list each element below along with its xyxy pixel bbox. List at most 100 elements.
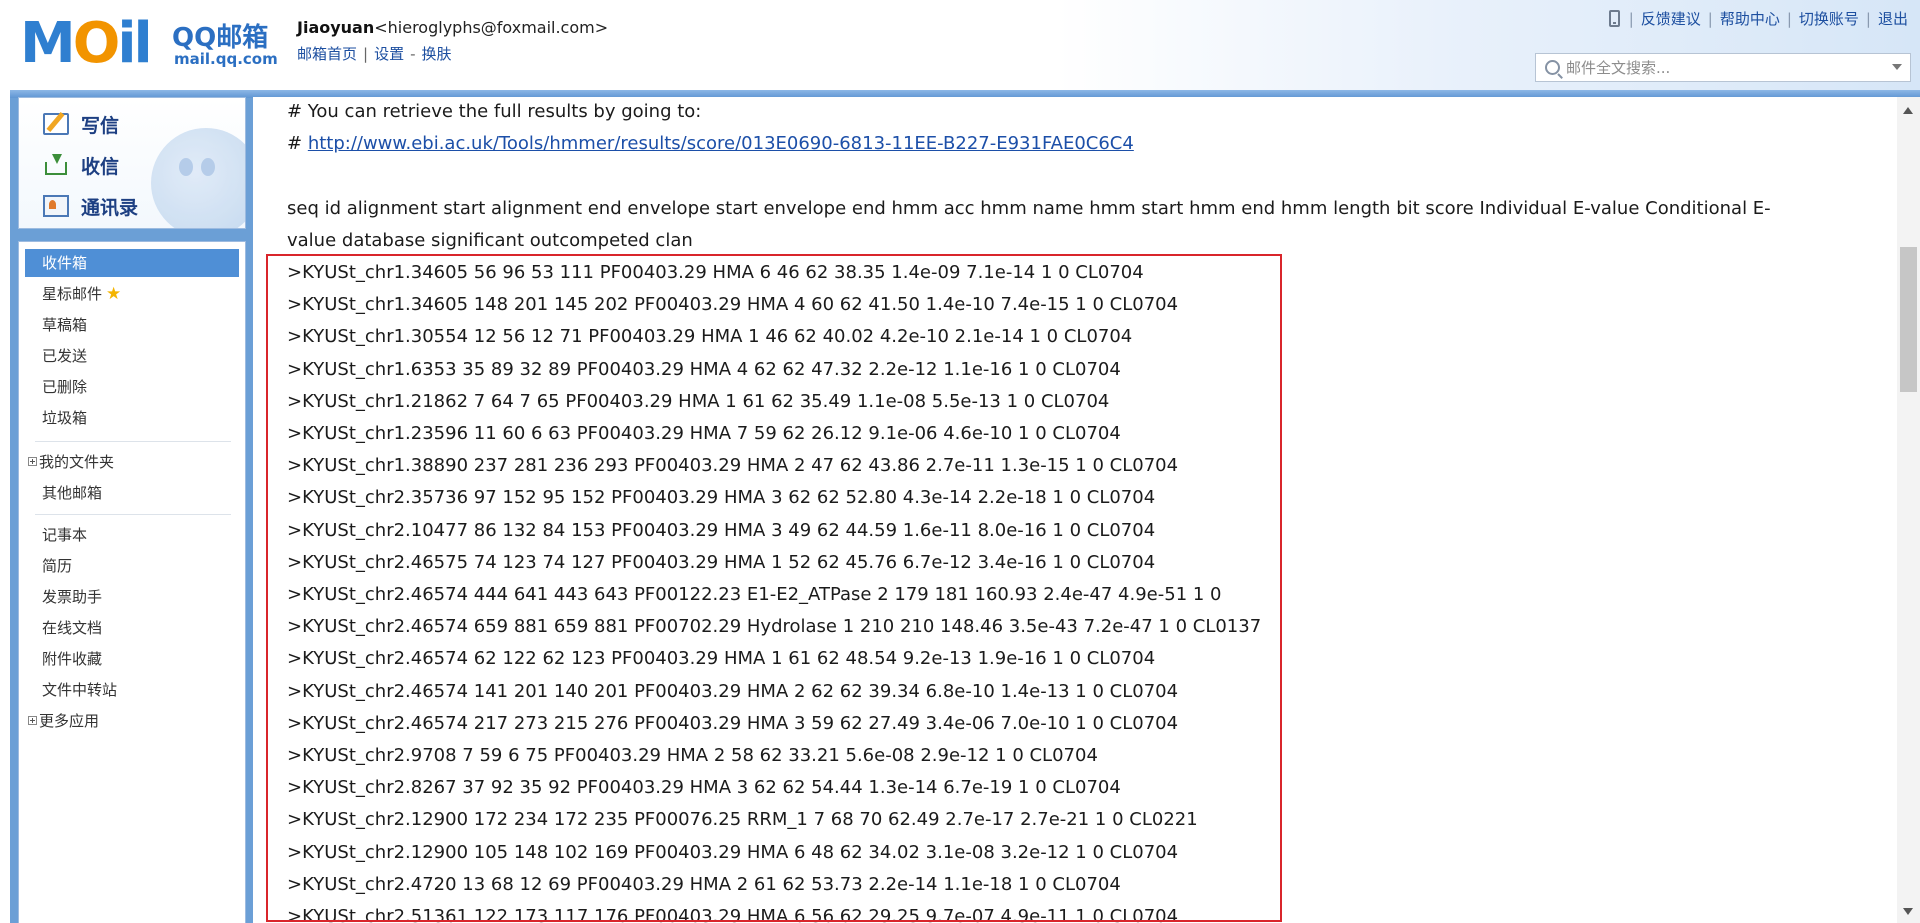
sidebar-divider (35, 441, 231, 442)
settings-link[interactable]: 设置 (374, 45, 404, 63)
sidebar-item-notes[interactable]: 记事本 (25, 521, 239, 549)
result-row: >KYUSt_chr2.8267 37 92 35 92 PF00403.29 … (287, 777, 1121, 799)
receive-mail-button[interactable]: 收信 (43, 150, 119, 180)
logo-title: QQ邮箱 (172, 23, 269, 53)
star-icon: ★ (106, 284, 122, 304)
result-row: >KYUSt_chr1.6353 35 89 32 89 PF00403.29 … (287, 358, 1121, 380)
result-row: >KYUSt_chr1.34605 148 201 145 202 PF0040… (287, 294, 1179, 316)
feedback-link[interactable]: 反馈建议 (1641, 8, 1701, 29)
sidebar-item-label: 发票助手 (42, 588, 103, 606)
contacts-label: 通讯录 (81, 196, 139, 219)
vertical-scrollbar[interactable] (1897, 97, 1920, 923)
pencil-note-icon (43, 113, 69, 135)
result-row: >KYUSt_chr2.46574 141 201 140 201 PF0040… (287, 680, 1179, 702)
sidebar-item-sent[interactable]: 已发送 (25, 342, 239, 370)
search-input[interactable] (1564, 56, 1878, 80)
link-separator: | (1707, 9, 1713, 28)
contact-card-icon (43, 195, 69, 217)
sidebar-item-spam[interactable]: 垃圾箱 (25, 404, 239, 432)
mail-content-area: # You can retrieve the full results by g… (253, 97, 1920, 923)
user-name: Jiaoyuan (297, 18, 375, 37)
result-row: >KYUSt_chr1.21862 7 64 7 65 PF00403.29 H… (287, 390, 1110, 412)
mobile-phone-icon[interactable] (1608, 10, 1620, 27)
sidebar-item-file-transfer[interactable]: 文件中转站 (25, 676, 239, 704)
sidebar-item-label: 草稿箱 (42, 316, 88, 334)
sidebar-divider (35, 514, 231, 515)
contacts-button[interactable]: 通讯录 (43, 191, 138, 221)
link-separator: | (363, 45, 369, 63)
logo-domain: mail.qq.com (174, 50, 278, 68)
link-dash: - (410, 45, 416, 63)
search-icon[interactable] (1545, 60, 1560, 75)
chevron-down-icon[interactable] (1892, 64, 1902, 70)
mailbox-home-link[interactable]: 邮箱首页 (297, 45, 357, 63)
skin-link[interactable]: 换肤 (422, 45, 452, 63)
sidebar-item-label: 更多应用 (39, 712, 100, 730)
link-prefix: # (287, 133, 308, 154)
result-row: >KYUSt_chr2.9708 7 59 6 75 PF00403.29 HM… (287, 745, 1098, 766)
compose-panel: 写信 收信 通讯录 (18, 97, 246, 229)
results-link-line: # http://www.ebi.ac.uk/Tools/hmmer/resul… (287, 132, 1134, 156)
result-row: >KYUSt_chr2.35736 97 152 95 152 PF00403.… (287, 487, 1156, 509)
expand-plus-icon[interactable] (28, 715, 37, 725)
sidebar-item-starred[interactable]: 星标邮件 ★ (25, 280, 239, 308)
sidebar-item-label: 已发送 (42, 347, 88, 365)
sidebar-item-label: 收件箱 (42, 254, 88, 272)
sidebar-item-label: 简历 (42, 557, 73, 575)
sidebar-item-label: 已删除 (42, 378, 88, 396)
qq-mail-logo[interactable]: M Oil QQ邮箱 mail.qq.com (20, 11, 278, 76)
result-row: >KYUSt_chr2.46574 659 881 659 881 PF0070… (287, 616, 1262, 638)
link-separator: | (1628, 9, 1634, 28)
penguin-decoration-icon (151, 128, 245, 228)
sidebar-item-invoice-assistant[interactable]: 发票助手 (25, 583, 239, 611)
sidebar-item-other-mailboxes[interactable]: 其他邮箱 (25, 479, 239, 507)
sidebar-item-inbox[interactable]: 收件箱 (25, 249, 239, 277)
sidebar-item-label: 附件收藏 (42, 650, 103, 668)
sidebar-item-label: 星标邮件 (42, 285, 103, 303)
write-label: 写信 (81, 114, 120, 137)
fulltext-search-box[interactable] (1535, 53, 1911, 82)
result-row: >KYUSt_chr2.4720 13 68 12 69 PF00403.29 … (287, 873, 1121, 895)
user-identity: Jiaoyuan<hieroglyphs@foxmail.com> (297, 18, 608, 37)
scroll-up-arrow-icon[interactable] (1903, 107, 1913, 114)
sidebar-item-label: 文件中转站 (42, 681, 118, 699)
result-row: >KYUSt_chr2.46574 444 641 443 643 PF0012… (287, 584, 1222, 605)
sidebar-item-label: 记事本 (42, 526, 88, 544)
logout-link[interactable]: 退出 (1878, 8, 1908, 29)
help-center-link[interactable]: 帮助中心 (1720, 8, 1780, 29)
link-separator: | (1865, 9, 1871, 28)
sidebar-item-drafts[interactable]: 草稿箱 (25, 311, 239, 339)
scroll-thumb[interactable] (1900, 247, 1917, 392)
result-row: >KYUSt_chr1.23596 11 60 6 63 PF00403.29 … (287, 423, 1121, 444)
scroll-down-arrow-icon[interactable] (1903, 908, 1913, 915)
sidebar-item-my-folders[interactable]: 我的文件夹 (25, 448, 239, 476)
result-row: >KYUSt_chr2.12900 172 234 172 235 PF0007… (287, 809, 1198, 831)
sidebar-item-label: 我的文件夹 (39, 453, 115, 471)
expand-plus-icon[interactable] (28, 456, 37, 466)
column-header-line-1: seq id alignment start alignment end env… (287, 198, 1771, 219)
result-row: >KYUSt_chr2.46574 62 122 62 123 PF00403.… (287, 648, 1156, 670)
sidebar-item-label: 在线文档 (42, 619, 103, 637)
sidebar-item-deleted[interactable]: 已删除 (25, 373, 239, 401)
result-row: >KYUSt_chr2.12900 105 148 102 169 PF0040… (287, 841, 1179, 863)
sidebar-item-online-docs[interactable]: 在线文档 (25, 614, 239, 642)
column-header-line-2: value database significant outcompeted c… (287, 230, 693, 251)
top-links: | 反馈建议 | 帮助中心 | 切换账号 | 退出 (1608, 8, 1908, 29)
download-tray-icon (43, 154, 69, 176)
sidebar-item-attachments[interactable]: 附件收藏 (25, 645, 239, 673)
result-row: >KYUSt_chr2.46575 74 123 74 127 PF00403.… (287, 551, 1156, 573)
sidebar-item-more-apps[interactable]: 更多应用 (25, 707, 239, 735)
sidebar-item-label: 其他邮箱 (42, 484, 103, 502)
result-row: >KYUSt_chr1.38890 237 281 236 293 PF0040… (287, 455, 1179, 477)
user-email: <hieroglyphs@foxmail.com> (374, 18, 609, 37)
receive-label: 收信 (81, 155, 120, 178)
result-row: >KYUSt_chr2.46574 217 273 215 276 PF0040… (287, 712, 1179, 734)
folder-sidebar: 收件箱 星标邮件 ★ 草稿箱 已发送 已删除 垃圾箱 我的文件夹 其他邮箱 记事本… (18, 241, 246, 923)
hmmer-results-link[interactable]: http://www.ebi.ac.uk/Tools/hmmer/results… (308, 133, 1134, 154)
user-links: 邮箱首页 | 设置 - 换肤 (297, 43, 452, 64)
write-mail-button[interactable]: 写信 (43, 109, 119, 139)
retrieve-results-line: # You can retrieve the full results by g… (287, 101, 702, 122)
sidebar-item-resume[interactable]: 简历 (25, 552, 239, 580)
logo-mail-wordmark: M Oil (20, 11, 153, 76)
switch-account-link[interactable]: 切换账号 (1799, 8, 1859, 29)
